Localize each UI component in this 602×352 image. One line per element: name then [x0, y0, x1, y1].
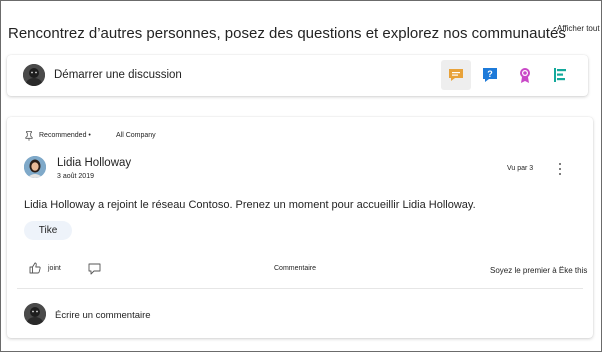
discussion-button[interactable]: [441, 60, 471, 90]
page-title: Rencontrez d’autres personnes, posez des…: [8, 25, 566, 42]
group-link[interactable]: All Company: [116, 132, 156, 139]
see-all-link[interactable]: Afficher tout: [557, 24, 600, 33]
comment-button[interactable]: Commentaire: [274, 265, 316, 272]
composer-card: Démarrer une discussion ?: [7, 55, 588, 96]
comment-icon[interactable]: [88, 263, 101, 275]
seen-by-link[interactable]: Vu par 3: [507, 165, 533, 172]
like-button[interactable]: joint: [48, 265, 61, 272]
user-avatar: [23, 64, 45, 86]
post-card: Recommended • All Company Lidia Holloway…: [7, 117, 593, 338]
divider: [17, 288, 583, 289]
author-avatar[interactable]: [24, 156, 46, 178]
post-body: Lidia Holloway a rejoint le réseau Conto…: [24, 199, 476, 211]
question-button[interactable]: ?: [475, 60, 505, 90]
first-like-text: Soyez le premier à Ёke this: [490, 266, 588, 275]
recommended-label: Recommended •: [39, 132, 91, 139]
praise-icon: [520, 68, 530, 83]
topic-tag[interactable]: Tike: [24, 221, 72, 240]
poll-button[interactable]: [545, 60, 575, 90]
praise-button[interactable]: [510, 60, 540, 90]
discussion-icon: [449, 69, 463, 81]
post-date: 3 août 2019: [57, 173, 94, 180]
more-options-icon[interactable]: [555, 161, 565, 177]
like-icon[interactable]: [29, 262, 42, 274]
author-name-link[interactable]: Lidia Holloway: [57, 157, 131, 169]
pin-icon: [25, 131, 33, 141]
svg-text:?: ?: [487, 69, 493, 79]
start-discussion-button[interactable]: Démarrer une discussion: [54, 69, 182, 81]
poll-icon: [554, 68, 566, 82]
write-comment-input[interactable]: Écrire un commentaire: [55, 310, 151, 321]
current-user-avatar: [24, 303, 46, 325]
question-icon: ?: [483, 68, 497, 82]
